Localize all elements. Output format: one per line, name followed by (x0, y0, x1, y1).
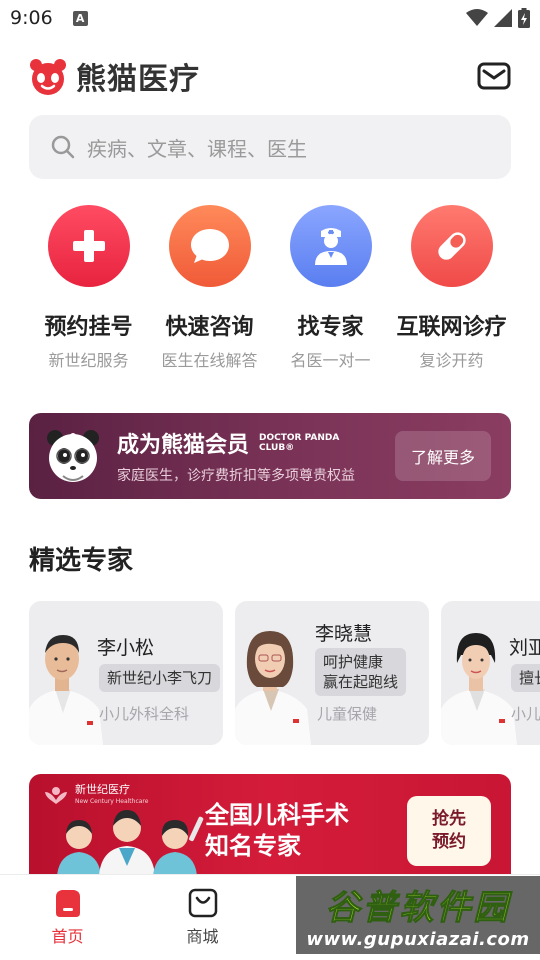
signal-icon (494, 9, 512, 27)
find-expert-subtitle: 名医一对一 (290, 351, 371, 370)
quick-actions: 预约挂号 新世纪服务 快速咨询 医生在线解答 找专家 名医一对一 互联网诊疗 复… (28, 205, 512, 375)
watermark-url: www.gupuxiazai.com (306, 929, 530, 950)
experts-section-title: 精选专家 (29, 546, 134, 576)
consult-icon-circle (168, 205, 251, 287)
mail-button[interactable] (476, 58, 512, 94)
nav-home[interactable]: 首页 (0, 875, 135, 960)
learn-more-button[interactable]: 了解更多 (395, 431, 491, 481)
shopping-bag-icon (188, 888, 217, 918)
search-icon (51, 135, 75, 159)
doctors-illustration (57, 810, 204, 874)
book-now-line1: 抢先 (432, 809, 466, 829)
online-clinic-subtitle: 复诊开药 (419, 351, 484, 370)
find-expert-action[interactable]: 找专家 名医一对一 (270, 205, 391, 375)
expert-card[interactable]: 李小松 新世纪小李飞刀 小儿外科全科 (29, 601, 223, 745)
member-subtitle: 家庭医生，诊疗费折扣等多项尊贵权益 (117, 468, 355, 484)
promo-brand: 新世纪医疗 New Century Healthcare (43, 784, 148, 808)
find-expert-icon-circle (289, 205, 372, 287)
plus-icon (72, 230, 105, 262)
watermark-title: 谷普软件园 (325, 888, 511, 929)
expert-tag: 呵护健康 赢在起跑线 (315, 648, 407, 696)
doctor-photo (235, 631, 311, 745)
expert-tag: 新世纪小李飞刀 (99, 664, 221, 692)
flower-logo-icon (45, 787, 67, 804)
online-clinic-icon-circle (410, 205, 493, 287)
promo-brand-text: 新世纪医疗 New Century Healthcare (75, 784, 148, 808)
app-header: 熊猫医疗 (28, 54, 512, 98)
wifi-icon (466, 9, 488, 26)
expert-name: 刘亚 (509, 637, 540, 659)
watermark: 谷普软件园 www.gupuxiazai.com (296, 876, 540, 954)
battery-icon (518, 8, 530, 28)
member-title-row: 成为熊猫会员 DOCTOR PANDA CLUB® (117, 427, 355, 459)
expert-name: 李晓慧 (315, 623, 373, 645)
promo-title-line2: 知名专家 (205, 832, 301, 860)
expert-dept: 小儿外科全科 (99, 705, 190, 723)
member-en-line1: DOCTOR PANDA (259, 433, 340, 443)
experts-track: 李小松 新世纪小李飞刀 小儿外科全科 李晓慧 呵护健康 赢在起跑线 儿童保健 刘… (29, 601, 540, 745)
promo-banner[interactable]: 新世纪医疗 New Century Healthcare 全国儿科手术 知名专家 … (29, 774, 511, 874)
expert-card[interactable]: 李晓慧 呵护健康赢在起跑线 儿童保健 (235, 601, 429, 745)
book-now-label: 抢先 预约 (429, 808, 469, 854)
search-placeholder: 疾病、文章、课程、医生 (87, 136, 307, 161)
panda-mascot-icon (47, 430, 99, 482)
appointment-icon-circle (47, 205, 130, 287)
experts-carousel[interactable]: 李小松 新世纪小李飞刀 小儿外科全科 李晓慧 呵护健康 赢在起跑线 儿童保健 刘… (29, 601, 540, 745)
consult-title: 快速咨询 (165, 315, 254, 340)
member-text: 成为熊猫会员 DOCTOR PANDA CLUB® 家庭医生，诊疗费折扣等多项尊贵… (117, 427, 355, 485)
expert-tag-line1: 呵护健康 (323, 653, 384, 671)
home-icon (55, 890, 80, 917)
search-bar[interactable]: 疾病、文章、课程、医生 (29, 115, 511, 179)
nav-mall[interactable]: 商城 (135, 875, 270, 960)
app-name: 熊猫医疗 (76, 62, 200, 97)
chat-bubble-icon (190, 229, 229, 263)
appointment-title: 预约挂号 (44, 315, 133, 340)
mail-icon (477, 62, 511, 90)
member-title: 成为熊猫会员 (117, 433, 250, 458)
doctor-icon (314, 228, 347, 265)
status-time: 9:06 (10, 7, 53, 29)
expert-card[interactable]: 刘亚 擅长 小儿 (441, 601, 540, 745)
consult-subtitle: 医生在线解答 (161, 351, 258, 370)
appointment-action[interactable]: 预约挂号 新世纪服务 (28, 205, 149, 375)
book-now-button[interactable]: 抢先 预约 (407, 796, 491, 866)
appointment-subtitle: 新世纪服务 (48, 351, 129, 370)
member-banner[interactable]: 成为熊猫会员 DOCTOR PANDA CLUB® 家庭医生，诊疗费折扣等多项尊贵… (29, 413, 511, 499)
status-icons (466, 8, 530, 28)
panda-logo-icon (30, 59, 66, 95)
book-now-line2: 预约 (432, 832, 466, 852)
promo-title: 全国儿科手术 知名专家 (205, 800, 349, 862)
expert-name: 李小松 (97, 637, 155, 659)
find-expert-title: 找专家 (297, 315, 364, 340)
expert-dept: 小儿 (511, 705, 540, 723)
expert-tag-line2: 赢在起跑线 (323, 673, 399, 691)
consult-action[interactable]: 快速咨询 医生在线解答 (149, 205, 270, 375)
notification-icon: A (72, 10, 88, 26)
member-en-line2: CLUB® (259, 443, 295, 453)
online-clinic-action[interactable]: 互联网诊疗 复诊开药 (391, 205, 512, 375)
expert-tag: 擅长 (511, 664, 540, 692)
pill-icon (437, 232, 466, 260)
promo-title-line1: 全国儿科手术 (205, 801, 349, 829)
nav-home-label: 首页 (51, 927, 84, 946)
online-clinic-title: 互联网诊疗 (396, 315, 507, 340)
promo-brand-name: 新世纪医疗 (75, 783, 130, 796)
expert-dept: 儿童保健 (317, 705, 378, 723)
status-bar: 9:06 A (0, 0, 540, 36)
nav-mall-label: 商城 (186, 927, 219, 946)
member-en-label: DOCTOR PANDA CLUB® (259, 433, 349, 453)
